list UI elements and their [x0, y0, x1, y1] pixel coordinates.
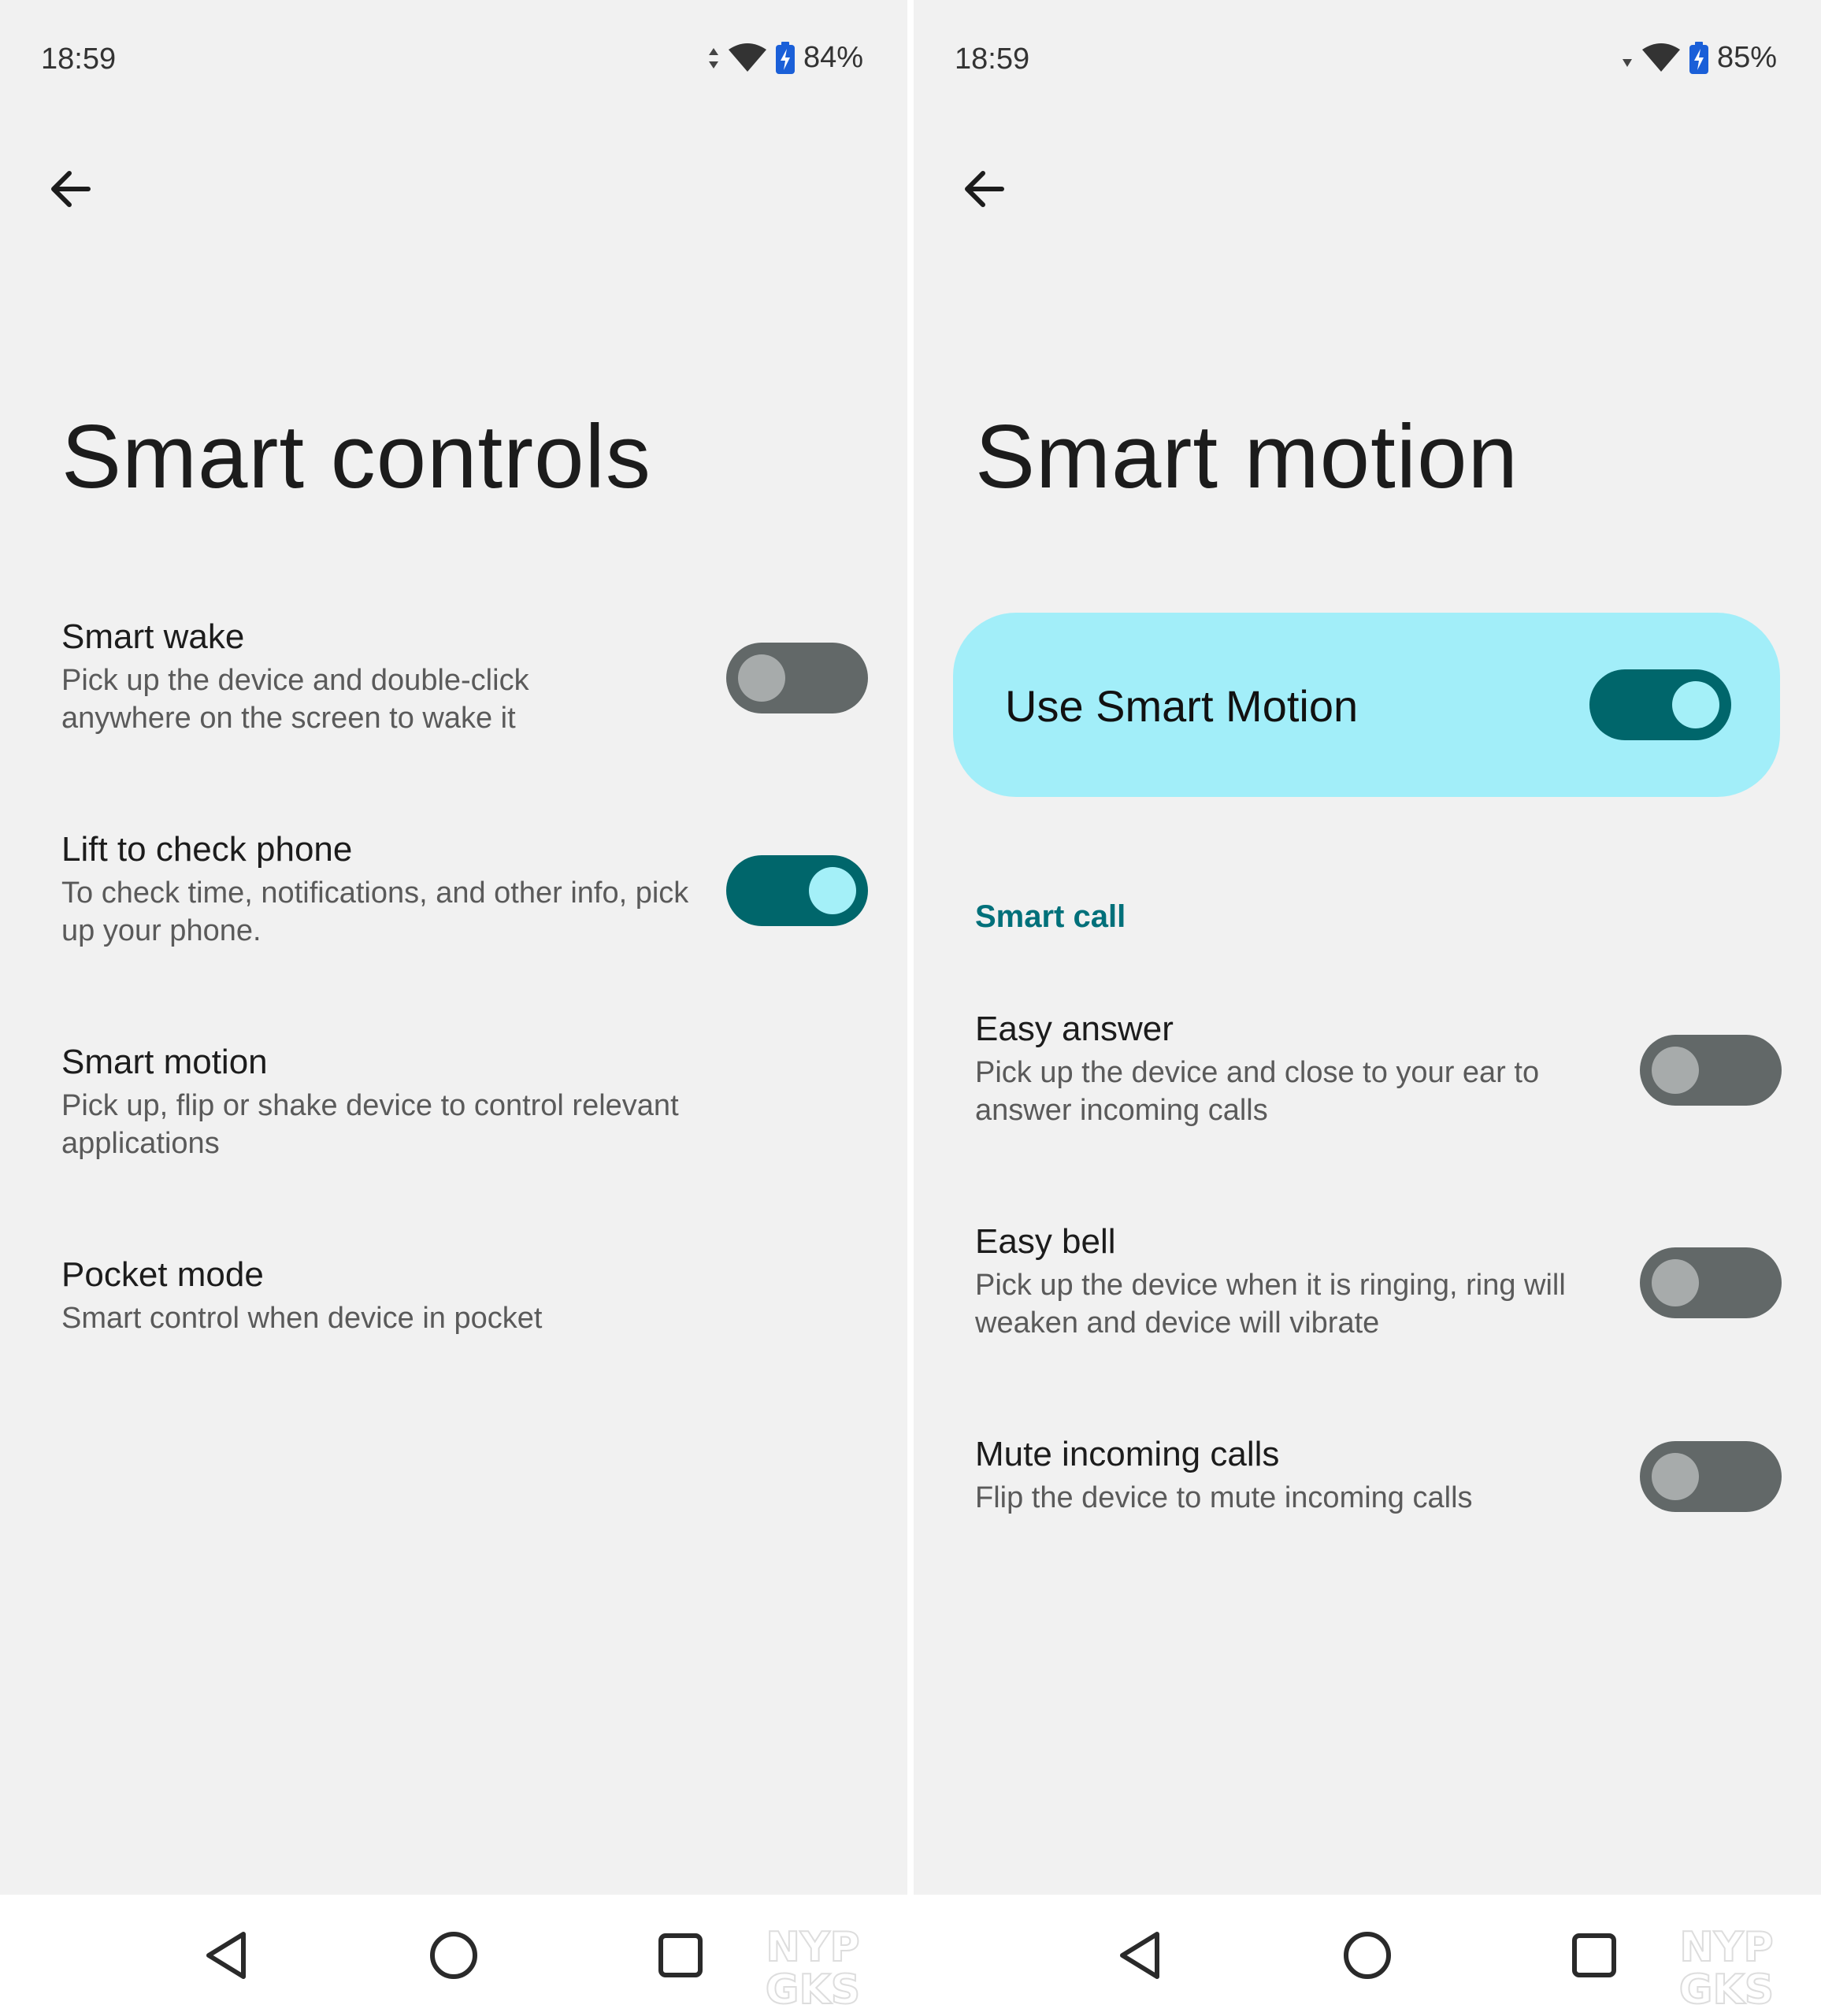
square-recents-icon [1572, 1933, 1616, 1977]
screen-divider [907, 0, 914, 2016]
toggle-knob [1652, 1453, 1699, 1500]
toggle-knob [1652, 1047, 1699, 1094]
back-arrow-icon [965, 171, 1004, 207]
watermark-logo: NYP GKS [1678, 1923, 1775, 2008]
watermark-line2: GKS [1679, 1966, 1774, 2008]
wifi-icon [728, 43, 767, 73]
toggle-knob [738, 654, 785, 702]
status-bar: 18:59 85% [914, 0, 1821, 118]
setting-smart-motion[interactable]: Smart motion Pick up, flip or shake devi… [61, 1040, 876, 1162]
mute-incoming-calls-toggle[interactable] [1640, 1441, 1782, 1512]
back-button[interactable] [948, 153, 1021, 225]
use-smart-motion-card[interactable]: Use Smart Motion [953, 613, 1780, 797]
wifi-icon [1641, 43, 1681, 73]
easy-bell-toggle[interactable] [1640, 1247, 1782, 1318]
triangle-back-icon [1120, 1932, 1159, 1979]
data-arrows-icon [707, 46, 720, 70]
section-header-smart-call: Smart call [975, 899, 1126, 934]
easy-answer-toggle[interactable] [1640, 1035, 1782, 1106]
setting-desc: Smart control when device in pocket [61, 1302, 543, 1335]
smart-wake-toggle[interactable] [726, 643, 868, 713]
setting-desc: To check time, notifications, and other … [61, 876, 689, 947]
nav-back-button[interactable] [1085, 1895, 1196, 2016]
status-icons: 85% [1621, 41, 1777, 75]
nav-home-button[interactable] [1312, 1895, 1422, 2016]
setting-title: Smart motion [61, 1043, 268, 1081]
data-arrow-down-icon [1621, 46, 1634, 70]
setting-desc: Flip the device to mute incoming calls [975, 1481, 1473, 1514]
setting-desc: Pick up, flip or shake device to control… [61, 1089, 679, 1160]
status-time: 18:59 [41, 43, 117, 76]
battery-percent: 84% [803, 41, 863, 74]
setting-title: Pocket mode [61, 1255, 264, 1294]
battery-charging-icon [1689, 41, 1709, 75]
watermark-line1: NYP [1679, 1924, 1773, 1971]
setting-desc: Pick up the device and close to your ear… [975, 1056, 1540, 1127]
toggle-knob [1672, 681, 1719, 728]
circle-home-icon [1344, 1932, 1391, 1979]
page-title: Smart motion [975, 407, 1519, 507]
status-bar: 18:59 84% [0, 0, 907, 118]
square-recents-icon [658, 1933, 703, 1977]
lift-to-check-toggle[interactable] [726, 855, 868, 926]
setting-desc: Pick up the device and double-click anyw… [61, 664, 529, 735]
battery-charging-icon [775, 41, 796, 75]
nav-recents-button[interactable] [1539, 1895, 1649, 2016]
back-button[interactable] [35, 153, 107, 225]
nav-back-button[interactable] [172, 1895, 282, 2016]
watermark-line2: GKS [766, 1966, 860, 2008]
back-arrow-icon [51, 171, 91, 207]
watermark-line1: NYP [766, 1924, 859, 1971]
page-title: Smart controls [61, 407, 651, 507]
setting-pocket-mode[interactable]: Pocket mode Smart control when device in… [61, 1252, 876, 1337]
battery-percent: 85% [1716, 41, 1777, 74]
use-smart-motion-toggle[interactable] [1589, 669, 1731, 740]
setting-desc: Pick up the device when it is ringing, r… [975, 1269, 1566, 1340]
status-icons: 84% [707, 41, 863, 75]
status-time: 18:59 [955, 43, 1030, 76]
master-toggle-label: Use Smart Motion [1005, 681, 1359, 731]
screen-smart-motion: 18:59 85% Smart motion Use Smart Motion … [914, 0, 1821, 2016]
triangle-back-icon [206, 1932, 246, 1979]
nav-recents-button[interactable] [625, 1895, 736, 2016]
screen-smart-controls: 18:59 84% Smart controls Smart wake Pick… [0, 0, 907, 2016]
watermark-logo: NYP GKS [765, 1923, 861, 2008]
toggle-knob [809, 867, 856, 914]
toggle-knob [1652, 1259, 1699, 1306]
circle-home-icon [430, 1932, 477, 1979]
nav-home-button[interactable] [399, 1895, 509, 2016]
